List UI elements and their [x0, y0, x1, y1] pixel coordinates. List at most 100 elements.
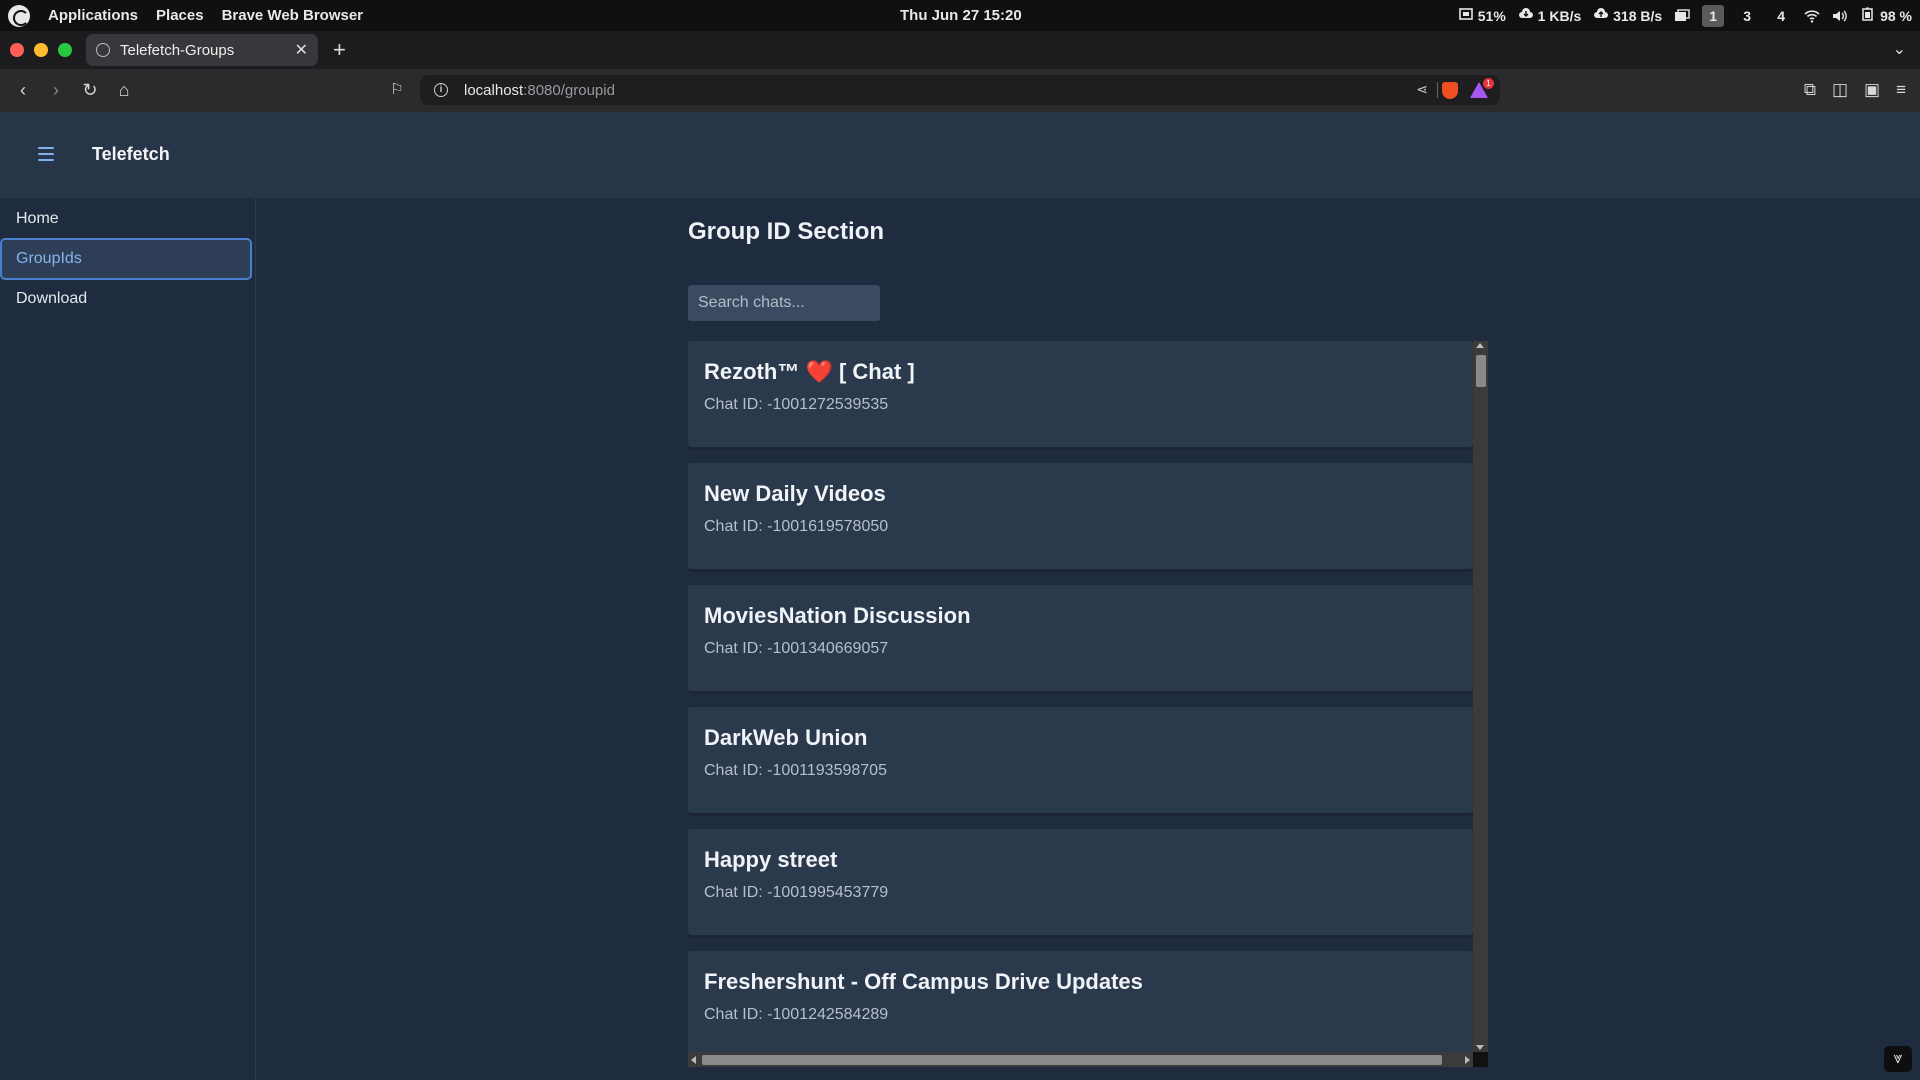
workspace-3[interactable]: 3: [1736, 5, 1758, 27]
tab-close-icon[interactable]: ✕: [295, 40, 308, 60]
app-title: Telefetch: [92, 144, 170, 164]
chat-name: MoviesNation Discussion: [704, 603, 971, 628]
battery-value: 98 %: [1880, 8, 1912, 24]
tab-title: Telefetch-Groups: [120, 41, 235, 59]
chat-id-value: -1001995453779: [767, 884, 889, 901]
chat-id-value: -1001340669057: [767, 640, 889, 657]
scroll-thumb[interactable]: [702, 1055, 1442, 1065]
chat-card[interactable]: Freshershunt - Off Campus Drive Updates …: [688, 951, 1473, 1052]
scroll-left-arrow-icon[interactable]: [691, 1056, 696, 1064]
scroll-down-arrow-icon[interactable]: [1476, 1045, 1484, 1050]
search-input[interactable]: [688, 285, 880, 321]
workspace-1[interactable]: 1: [1702, 4, 1725, 27]
screenshot-icon[interactable]: [1674, 8, 1690, 23]
chat-id-line: Chat ID: -1001272539535: [704, 396, 888, 414]
net-down-value: 1 KB/s: [1537, 8, 1582, 24]
chat-id-line: Chat ID: -1001340669057: [704, 640, 888, 658]
app-header: Telefetch: [0, 112, 1920, 198]
chat-id-label: Chat ID:: [704, 396, 768, 413]
sidebar: Home GroupIds Download: [0, 198, 256, 1080]
address-bar[interactable]: i localhost:8080/groupid ⋖ 1: [420, 75, 1500, 105]
chat-id-value: -1001272539535: [767, 396, 889, 413]
battery-indicator[interactable]: 98 %: [1860, 7, 1912, 24]
chat-card[interactable]: Rezoth™ ❤️ [ Chat ] Chat ID: -1001272539…: [688, 341, 1473, 447]
scroll-thumb[interactable]: [1476, 355, 1486, 387]
chat-card[interactable]: DarkWeb Union Chat ID: -1001193598705: [688, 707, 1473, 813]
back-icon[interactable]: ‹: [12, 79, 34, 101]
brave-shields-icon[interactable]: [1442, 82, 1458, 99]
applications-menu[interactable]: Applications: [48, 7, 138, 24]
vertical-scrollbar[interactable]: [1473, 341, 1488, 1052]
chat-list[interactable]: Rezoth™ ❤️ [ Chat ] Chat ID: -1001272539…: [688, 341, 1473, 1052]
clock[interactable]: Thu Jun 27 15:20: [900, 7, 1022, 24]
chat-name: New Daily Videos: [704, 481, 886, 506]
chat-id-label: Chat ID:: [704, 640, 768, 657]
url-host: localhost: [464, 81, 524, 99]
chat-name: Happy street: [704, 847, 838, 872]
chat-id-label: Chat ID:: [704, 884, 768, 901]
window-minimize-button[interactable]: [34, 43, 48, 57]
chat-name: Rezoth™ ❤️ [ Chat ]: [704, 359, 915, 384]
chat-id-line: Chat ID: -1001619578050: [704, 518, 888, 536]
chat-id-line: Chat ID: -1001193598705: [704, 762, 887, 780]
net-down-indicator: 1 KB/s: [1518, 7, 1581, 24]
chat-id-line: Chat ID: -1001995453779: [704, 884, 888, 902]
chat-id-label: Chat ID:: [704, 762, 768, 779]
sidebar-item-home[interactable]: Home: [0, 198, 252, 240]
os-top-bar: Applications Places Brave Web Browser Th…: [0, 0, 1920, 31]
globe-icon: [96, 43, 110, 57]
share-icon[interactable]: ⋖: [1416, 81, 1428, 98]
wallet-icon[interactable]: ▣: [1864, 80, 1880, 100]
upload-cloud-icon: [1594, 8, 1609, 18]
tab-list-chevron-icon[interactable]: ⌄: [1893, 39, 1906, 59]
chat-id-value: -1001242584289: [767, 1006, 889, 1023]
browser-tab-bar: Telefetch-Groups ✕ + ⌄: [0, 31, 1920, 69]
extensions-icon[interactable]: ⧉: [1804, 80, 1816, 100]
active-app-menu[interactable]: Brave Web Browser: [222, 7, 363, 24]
home-icon[interactable]: ⌂: [113, 79, 135, 101]
window-maximize-button[interactable]: [58, 43, 72, 57]
chat-card[interactable]: New Daily Videos Chat ID: -1001619578050: [688, 463, 1473, 569]
main-content: Group ID Section Rezoth™ ❤️ [ Chat ] Cha…: [688, 198, 1488, 1080]
places-menu[interactable]: Places: [156, 7, 204, 24]
scroll-right-arrow-icon[interactable]: [1465, 1056, 1470, 1064]
leo-assistant-icon[interactable]: ⩔: [1884, 1046, 1912, 1072]
browser-tab-active[interactable]: Telefetch-Groups ✕: [86, 34, 318, 66]
page-title: Group ID Section: [688, 218, 885, 245]
site-info-icon[interactable]: i: [434, 83, 448, 97]
hamburger-menu-icon[interactable]: [38, 147, 54, 161]
chat-id-label: Chat ID:: [704, 1006, 768, 1023]
chat-card[interactable]: MoviesNation Discussion Chat ID: -100134…: [688, 585, 1473, 691]
divider: [1437, 82, 1438, 98]
sidebar-toggle-icon[interactable]: ◫: [1832, 80, 1848, 100]
scrollbar-corner: [1473, 1052, 1488, 1067]
chat-id-value: -1001619578050: [767, 518, 889, 535]
chat-id-value: -1001193598705: [767, 762, 887, 779]
sidebar-item-download[interactable]: Download: [0, 278, 252, 320]
volume-icon[interactable]: [1832, 9, 1848, 23]
chat-list-container: Rezoth™ ❤️ [ Chat ] Chat ID: -1001272539…: [688, 341, 1488, 1067]
battery-icon: [1862, 7, 1873, 21]
forward-icon[interactable]: ›: [45, 79, 67, 101]
reload-icon[interactable]: ↻: [79, 79, 101, 101]
chat-name: Freshershunt - Off Campus Drive Updates: [704, 969, 1143, 994]
workspace-4[interactable]: 4: [1770, 5, 1792, 27]
cpu-icon: [1459, 8, 1473, 20]
download-cloud-icon: [1518, 8, 1533, 18]
cpu-value: 51%: [1477, 8, 1506, 24]
horizontal-scrollbar[interactable]: [688, 1052, 1473, 1067]
debian-logo-icon[interactable]: [8, 4, 30, 27]
wifi-icon[interactable]: [1804, 9, 1820, 23]
url-path: :8080/groupid: [523, 81, 615, 99]
sidebar-item-groupids[interactable]: GroupIds: [0, 238, 252, 280]
chat-card[interactable]: Happy street Chat ID: -1001995453779: [688, 829, 1473, 935]
new-tab-button[interactable]: +: [333, 37, 346, 63]
browser-menu-icon[interactable]: ≡: [1896, 80, 1906, 100]
scroll-up-arrow-icon[interactable]: [1476, 343, 1484, 348]
net-up-indicator: 318 B/s: [1593, 7, 1662, 24]
rewards-badge: 1: [1483, 78, 1494, 89]
app-root: Telefetch Home GroupIds Download Group I…: [0, 112, 1920, 1080]
window-close-button[interactable]: [10, 43, 24, 57]
bookmark-icon[interactable]: ⚐: [386, 79, 408, 101]
chat-name: DarkWeb Union: [704, 725, 868, 750]
